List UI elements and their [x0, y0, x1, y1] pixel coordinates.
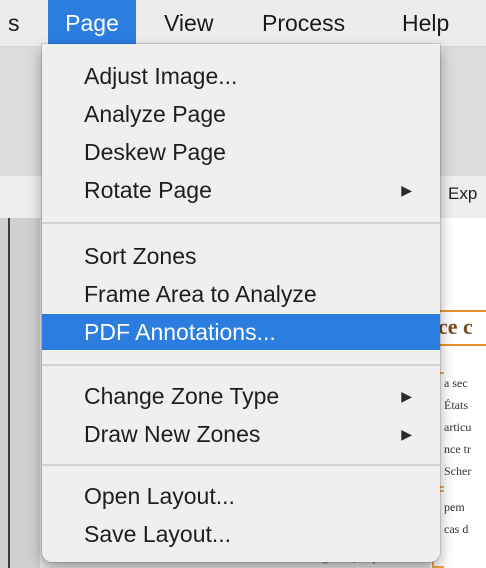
menu-item-label: Change Zone Type: [84, 383, 280, 409]
menu-item-pdf-annotations[interactable]: PDF Annotations...: [42, 314, 440, 350]
menu-item-save-layout[interactable]: Save Layout...: [42, 516, 440, 552]
document-text-line: nce tr: [444, 442, 471, 456]
app-screen: Exp ce c a sec États articu nce tr Scher…: [0, 0, 486, 568]
menu-item-label: Open Layout...: [84, 483, 235, 509]
menu-bar: s Page View Process Help: [0, 0, 486, 47]
left-pane-edge: [8, 218, 10, 568]
menu-separator: [42, 222, 440, 224]
menu-item-draw-new-zones[interactable]: Draw New Zones ▶: [42, 416, 440, 452]
menubar-item-page[interactable]: Page: [48, 0, 136, 46]
submenu-arrow-icon: ▶: [401, 426, 412, 442]
menu-item-label: Frame Area to Analyze: [84, 281, 317, 307]
submenu-arrow-icon: ▶: [401, 388, 412, 404]
menu-item-rotate-page[interactable]: Rotate Page ▶: [42, 172, 440, 208]
menu-item-deskew-page[interactable]: Deskew Page: [42, 134, 440, 170]
menu-separator: [42, 364, 440, 366]
menu-item-open-layout[interactable]: Open Layout...: [42, 478, 440, 514]
menu-item-label: Adjust Image...: [84, 63, 238, 89]
left-pane: [0, 218, 40, 568]
menu-item-label: Rotate Page: [84, 177, 212, 203]
menubar-item-process[interactable]: Process: [252, 0, 355, 46]
page-menu-dropdown: Adjust Image... Analyze Page Deskew Page…: [42, 44, 440, 562]
menu-item-label: Deskew Page: [84, 139, 226, 165]
menubar-item-help[interactable]: Help: [392, 0, 459, 46]
menu-item-label: Draw New Zones: [84, 421, 261, 447]
menu-item-label: Sort Zones: [84, 243, 197, 269]
menubar-item-view[interactable]: View: [154, 0, 223, 46]
menu-item-label: PDF Annotations...: [84, 319, 276, 345]
menubar-item-s[interactable]: s: [0, 0, 30, 46]
toolbar-partial-label[interactable]: Exp: [448, 184, 477, 204]
menu-item-label: Analyze Page: [84, 101, 226, 127]
document-text-line: cas d: [444, 522, 469, 536]
document-text-line: Scher: [444, 464, 472, 478]
document-heading: ce c: [438, 314, 473, 339]
menu-item-label: Save Layout...: [84, 521, 232, 547]
menu-item-analyze-page[interactable]: Analyze Page: [42, 96, 440, 132]
menu-separator: [42, 464, 440, 466]
submenu-arrow-icon: ▶: [401, 182, 412, 198]
menu-item-sort-zones[interactable]: Sort Zones: [42, 238, 440, 274]
menu-item-change-zone-type[interactable]: Change Zone Type ▶: [42, 378, 440, 414]
document-text-line: pem: [444, 500, 465, 514]
document-text-line: a sec: [444, 376, 468, 390]
menu-item-frame-area[interactable]: Frame Area to Analyze: [42, 276, 440, 312]
document-text-line: États: [444, 398, 468, 412]
document-text-line: articu: [444, 420, 472, 434]
menu-item-adjust-image[interactable]: Adjust Image...: [42, 58, 440, 94]
